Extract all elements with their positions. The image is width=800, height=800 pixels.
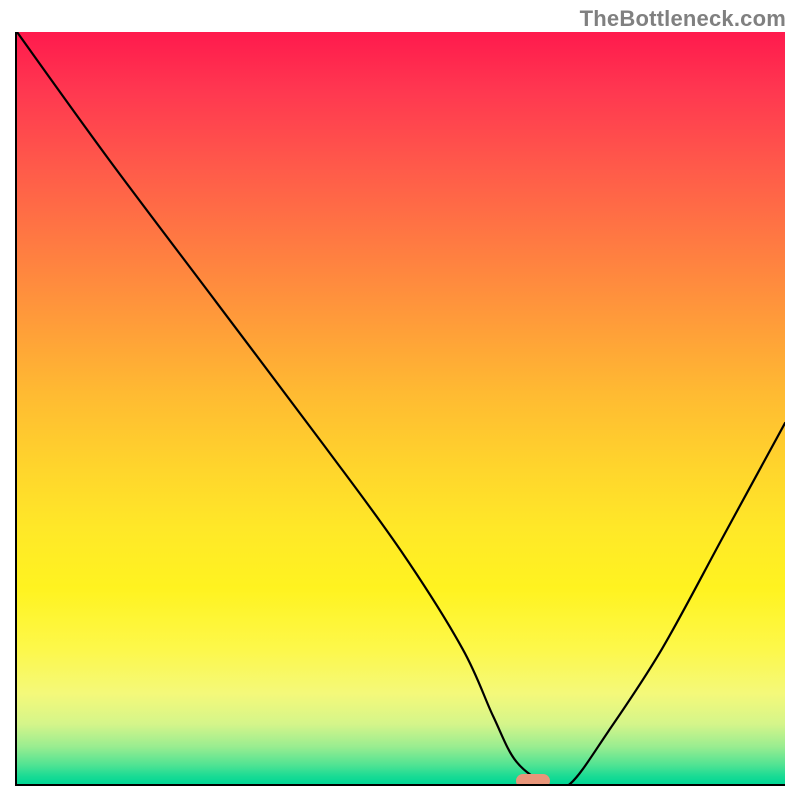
plot-area: [15, 32, 785, 786]
chart-container: TheBottleneck.com: [0, 0, 800, 800]
watermark-text: TheBottleneck.com: [580, 6, 786, 32]
curve-svg: [17, 32, 785, 784]
optimal-marker: [516, 774, 550, 786]
bottleneck-curve-path: [17, 32, 785, 784]
